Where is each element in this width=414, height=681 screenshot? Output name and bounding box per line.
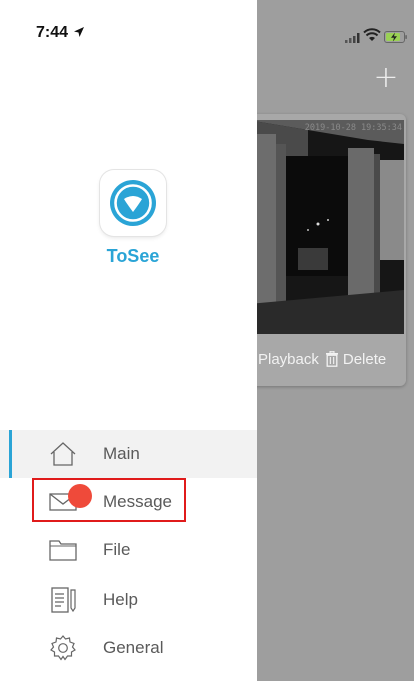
- wifi-icon: [363, 28, 381, 47]
- camera-timestamp: 2019-10-28 19:35:34: [304, 123, 402, 133]
- menu-label-help: Help: [103, 590, 138, 609]
- menu-item-file[interactable]: File: [0, 526, 257, 574]
- playback-button[interactable]: Playback: [258, 351, 319, 368]
- highlight-box: [32, 478, 186, 522]
- trash-icon[interactable]: [325, 350, 339, 367]
- add-device-button[interactable]: +: [372, 63, 400, 93]
- camera-card[interactable]: 2019-10-28 19:35:34 Playback Delete: [248, 114, 406, 386]
- location-arrow-icon: [74, 24, 85, 37]
- camera-snapshot[interactable]: 2019-10-28 19:35:34: [248, 120, 404, 334]
- cellular-signal-icon: [345, 30, 361, 48]
- menu-label-general: General: [103, 638, 164, 657]
- battery-charging-icon: [384, 30, 408, 48]
- app-name: ToSee: [106, 246, 160, 266]
- status-time: 7:44: [36, 24, 85, 42]
- menu-item-main[interactable]: Main: [0, 430, 257, 478]
- selected-indicator: [9, 430, 12, 478]
- home-icon: [48, 440, 78, 468]
- menu-label-main: Main: [103, 444, 140, 463]
- side-drawer: 7:44 ToSee Main Message File Help Genera…: [0, 0, 257, 681]
- gear-icon: [48, 634, 78, 662]
- camera-card-actions: Playback Delete: [248, 342, 406, 376]
- document-icon: [48, 586, 78, 614]
- menu-label-file: File: [103, 540, 131, 559]
- menu-item-help[interactable]: Help: [0, 576, 257, 624]
- menu-item-general[interactable]: General: [0, 624, 257, 672]
- app-logo: [100, 170, 166, 236]
- delete-button[interactable]: Delete: [343, 351, 386, 368]
- folder-icon: [48, 536, 78, 564]
- status-time-text: 7:44: [36, 24, 69, 41]
